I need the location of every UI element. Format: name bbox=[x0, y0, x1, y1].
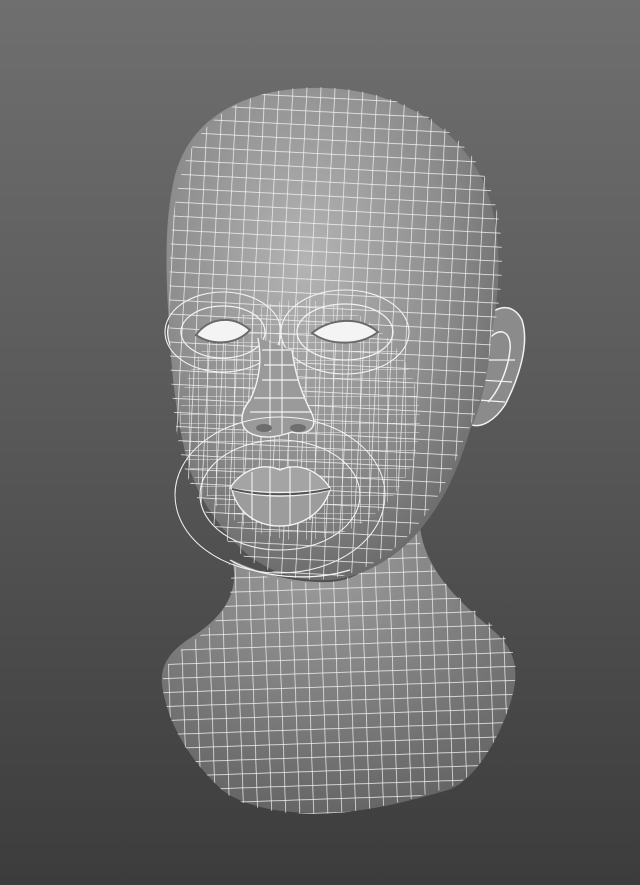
render-viewport bbox=[0, 0, 640, 885]
head-mesh-render bbox=[153, 79, 526, 820]
